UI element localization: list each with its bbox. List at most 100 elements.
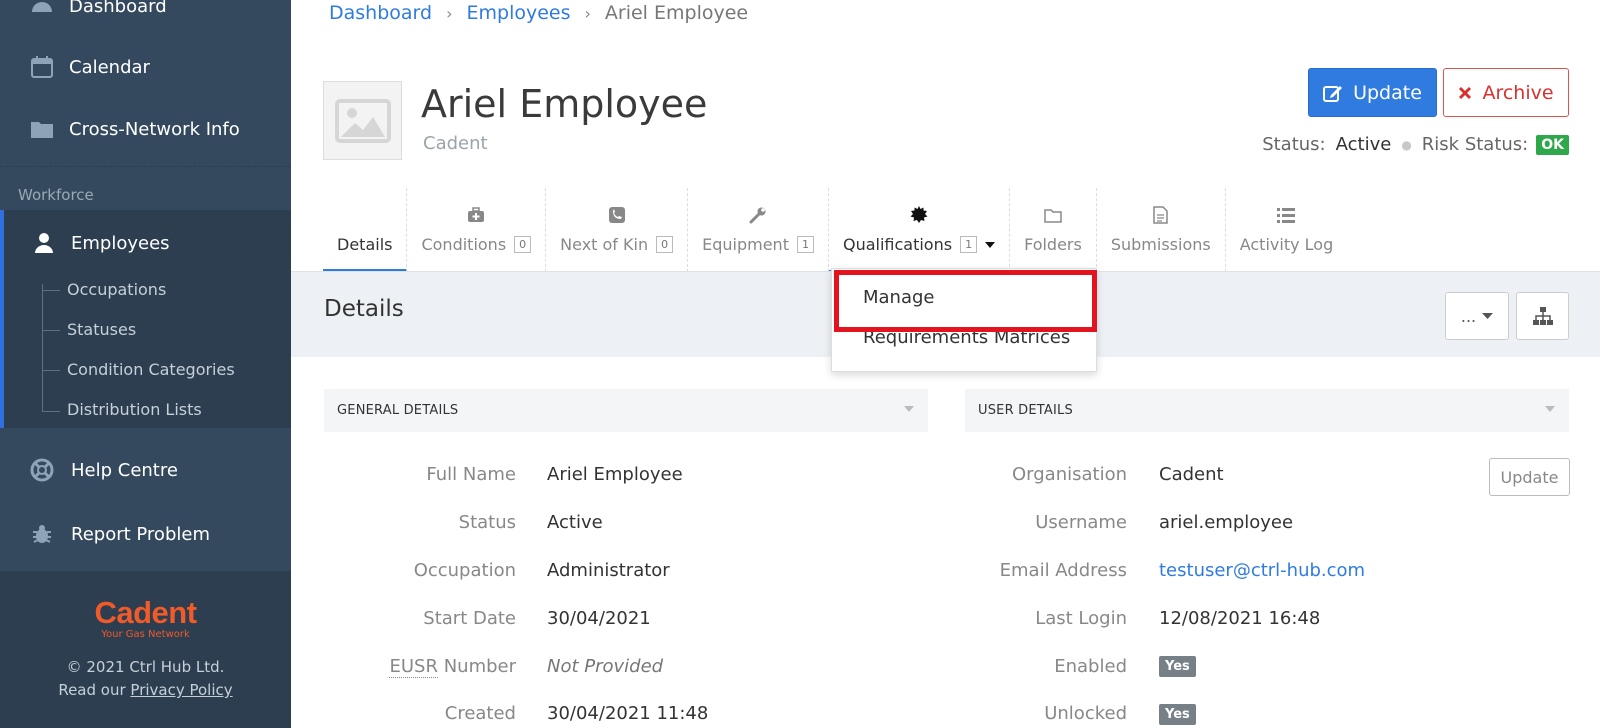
- breadcrumb-employees[interactable]: Employees: [467, 2, 571, 24]
- field-value: Not Provided: [547, 656, 664, 677]
- tab-details[interactable]: Details: [323, 188, 408, 272]
- tab-folders[interactable]: Folders: [1010, 188, 1097, 272]
- field-label: Full Name: [426, 464, 516, 485]
- tab-label-wrap: Qualifications 1: [842, 235, 996, 254]
- field-label: Created: [444, 703, 516, 724]
- user-details-header[interactable]: USER DETAILS: [965, 389, 1569, 432]
- panel-header-label: GENERAL DETAILS: [337, 403, 459, 418]
- tab-next-of-kin[interactable]: Next of Kin 0: [546, 188, 689, 272]
- field-value: Active: [547, 512, 603, 533]
- field-value: ariel.employee: [1159, 512, 1294, 533]
- user-update-button[interactable]: Update: [1489, 458, 1570, 496]
- tab-qualifications[interactable]: Qualifications 1: [828, 188, 1011, 272]
- field-value: Ariel Employee: [547, 464, 683, 485]
- tab-equipment[interactable]: Equipment 1: [688, 188, 829, 272]
- more-actions-button[interactable]: ...: [1445, 292, 1509, 340]
- field-label: Username: [1035, 512, 1127, 533]
- sidebar-item-label: Dashboard: [69, 0, 167, 17]
- tab-label: Folders: [1024, 235, 1082, 254]
- sidebar-item-help-centre[interactable]: Help Centre: [0, 458, 291, 482]
- tab-label: Qualifications: [842, 235, 953, 254]
- eusr-abbreviation[interactable]: EUSR: [389, 656, 438, 678]
- status-label: Status:: [1262, 134, 1326, 155]
- section-title: Details: [324, 296, 404, 322]
- tab-count-badge: 1: [960, 236, 978, 253]
- breadcrumb-dashboard[interactable]: Dashboard: [329, 2, 432, 24]
- tab-label: Conditions: [421, 235, 507, 254]
- medkit-icon: [467, 204, 485, 226]
- wrench-icon: [749, 204, 767, 226]
- sidebar-subitem-distribution-lists[interactable]: Distribution Lists: [67, 400, 202, 419]
- sidebar-footer: Cadent Your Gas Network © 2021 Ctrl Hub …: [0, 571, 291, 728]
- sitemap-icon: [1532, 307, 1553, 325]
- risk-status-badge: OK: [1536, 134, 1569, 155]
- tab-count-badge: 1: [796, 236, 814, 253]
- close-icon: [1459, 86, 1472, 99]
- sidebar-item-dashboard[interactable]: Dashboard: [0, 0, 291, 18]
- risk-status-label: Risk Status:: [1421, 134, 1529, 155]
- sidebar-subitem-statuses[interactable]: Statuses: [67, 320, 136, 339]
- field-value: 30/04/2021 11:48: [547, 703, 709, 724]
- main-content: Dashboard › Employees › Ariel Employee A…: [291, 0, 1600, 728]
- separator-dot-icon: ●: [1401, 137, 1412, 152]
- sidebar-item-cross-network-info[interactable]: Cross-Network Info: [0, 117, 291, 141]
- breadcrumb-separator-icon: ›: [446, 3, 453, 23]
- email-link[interactable]: testuser@ctrl-hub.com: [1159, 560, 1365, 581]
- sidebar: Dashboard Calendar Cross-Network Info Wo…: [0, 0, 291, 728]
- status-line: Status: Active ● Risk Status: OK: [1262, 134, 1569, 155]
- unlocked-badge: Yes: [1159, 704, 1196, 725]
- sidebar-divider: [0, 166, 291, 167]
- tab-label-wrap: Activity Log: [1240, 235, 1334, 254]
- status-value: Active: [1335, 134, 1392, 155]
- page-title: Ariel Employee: [421, 82, 708, 126]
- sidebar-item-employees[interactable]: Employees: [0, 231, 291, 255]
- caret-down-icon: [1545, 406, 1555, 412]
- avatar: [323, 81, 402, 160]
- tab-count-badge: 0: [514, 236, 532, 253]
- sidebar-item-calendar[interactable]: Calendar: [0, 55, 291, 79]
- field-value: Administrator: [547, 560, 670, 581]
- sidebar-item-report-problem[interactable]: Report Problem: [0, 522, 291, 546]
- employee-organisation: Cadent: [423, 133, 488, 154]
- enabled-badge: Yes: [1159, 656, 1196, 677]
- copyright: © 2021 Ctrl Hub Ltd.: [66, 658, 225, 676]
- privacy-policy-link[interactable]: Privacy Policy: [130, 681, 232, 699]
- tab-label: Submissions: [1110, 235, 1211, 254]
- update-button-label: Update: [1353, 81, 1422, 104]
- sidebar-tree-tick: [42, 330, 60, 331]
- field-label: Occupation: [413, 560, 516, 581]
- edit-icon: [1323, 85, 1343, 102]
- sidebar-tree-tick: [42, 370, 60, 371]
- more-actions-label: ...: [1460, 306, 1477, 326]
- tab-conditions[interactable]: Conditions 0: [407, 188, 547, 272]
- tab-activity-log[interactable]: Activity Log: [1226, 188, 1348, 272]
- archive-button[interactable]: Archive: [1443, 68, 1569, 117]
- breadcrumb-current: Ariel Employee: [604, 2, 749, 24]
- tab-submissions[interactable]: Submissions: [1097, 188, 1226, 272]
- tab-label: Activity Log: [1239, 235, 1334, 254]
- field-label: Last Login: [1035, 608, 1127, 629]
- file-icon: [1153, 204, 1169, 226]
- phone-icon: [608, 204, 625, 226]
- list-icon: [1277, 204, 1296, 226]
- brand-logo: Cadent: [94, 595, 197, 630]
- general-details-header[interactable]: GENERAL DETAILS: [324, 389, 928, 432]
- sidebar-section-label: Workforce: [18, 186, 94, 204]
- certificate-icon: [910, 204, 928, 226]
- caret-down-icon: [985, 241, 996, 248]
- folder-icon: [29, 117, 55, 141]
- field-label: Email Address: [999, 560, 1127, 581]
- dashboard-icon: [29, 0, 55, 18]
- panel-header-label: USER DETAILS: [978, 403, 1073, 418]
- sidebar-item-label: Employees: [71, 232, 170, 254]
- update-button[interactable]: Update: [1308, 68, 1437, 117]
- org-chart-button[interactable]: [1516, 292, 1569, 340]
- sidebar-subitem-occupations[interactable]: Occupations: [67, 280, 166, 299]
- caret-down-icon: [1482, 313, 1494, 319]
- sidebar-item-label: Report Problem: [71, 523, 210, 545]
- sidebar-subitem-condition-categories[interactable]: Condition Categories: [67, 360, 235, 379]
- field-label: EUSR Number: [324, 656, 516, 678]
- folder-outline-icon: [1044, 204, 1062, 226]
- tab-label-wrap: Details: [337, 235, 392, 254]
- sidebar-tree-tick: [42, 411, 60, 412]
